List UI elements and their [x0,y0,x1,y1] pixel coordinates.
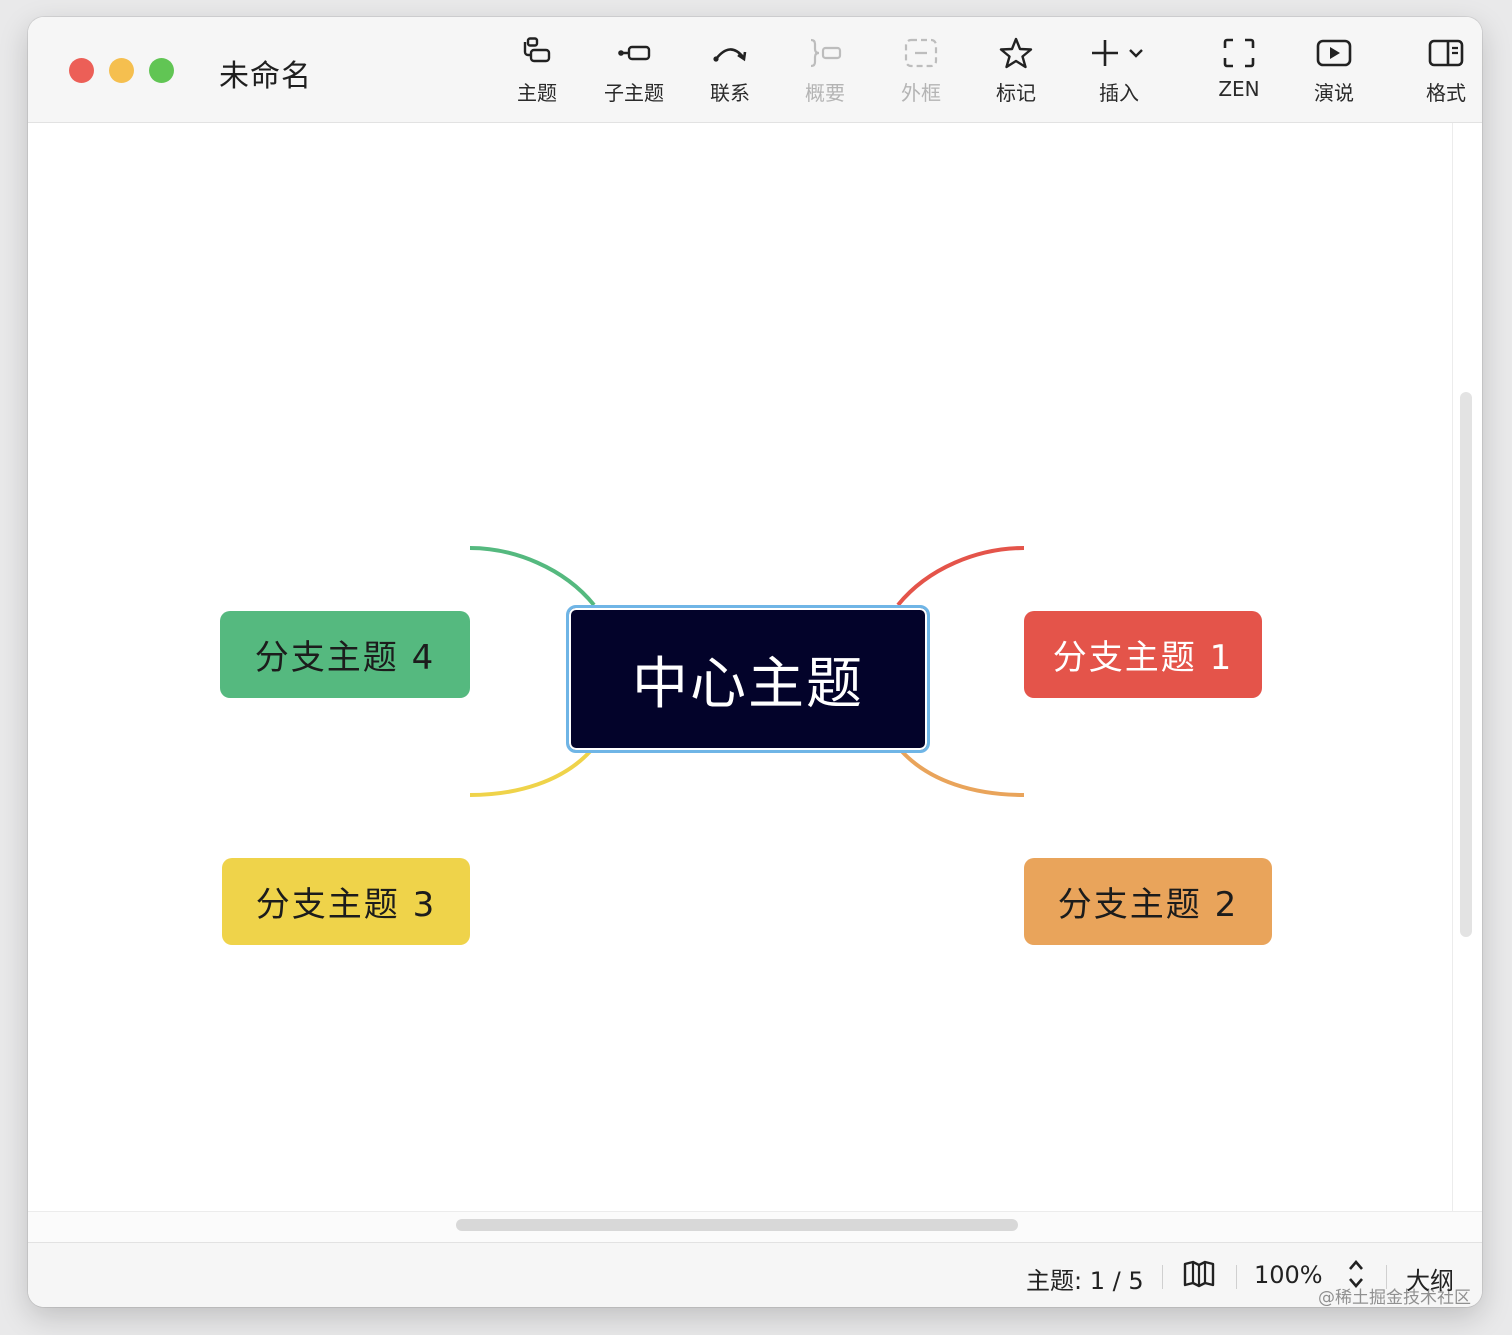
mindmap-canvas[interactable]: 中心主题 分支主题 1 分支主题 2 分支主题 3 分支主题 4 [28,123,1453,1211]
pitch-play-icon [1316,39,1352,67]
toolbar-zen-button[interactable]: ZEN [1194,37,1284,107]
format-panel-icon [1428,39,1464,67]
branch-topic-4[interactable]: 分支主题 4 [220,611,470,698]
toolbar-summary-button[interactable]: 概要 [780,37,870,107]
connector-branch-3 [469,745,596,797]
branch-topic-1[interactable]: 分支主题 1 [1024,611,1262,698]
map-view-button[interactable] [1183,1259,1215,1295]
window-zoom-button[interactable] [149,58,174,83]
status-bar: 主题: 1 / 5 100% 大纲 @稀土掘金技术社区 [28,1242,1482,1307]
toolbar-subtopic-label: 子主题 [604,81,664,105]
branch-topic-2[interactable]: 分支主题 2 [1024,858,1272,945]
connector-branch-4 [469,546,596,607]
document-title: 未命名 [219,59,312,94]
vertical-scrollbar[interactable] [1460,392,1472,937]
book-icon [1183,1260,1215,1288]
toolbar-format-label: 格式 [1426,81,1466,105]
connector-branch-1 [896,546,1025,607]
toolbar-boundary-button[interactable]: 外框 [876,37,966,107]
status-divider [1236,1265,1237,1289]
toolbar-subtopic-button[interactable]: 子主题 [589,37,679,107]
toolbar-pitch-label: 演说 [1314,81,1354,105]
toolbar-relationship-button[interactable]: 联系 [685,37,775,107]
summary-icon [810,38,842,68]
toolbar-topic-label: 主题 [517,81,557,105]
toolbar-marker-button[interactable]: 标记 [971,37,1061,107]
plus-icon [1092,40,1143,66]
branch-topic-3[interactable]: 分支主题 3 [222,858,470,945]
window-minimize-button[interactable] [109,58,134,83]
app-window: 未命名 主题 子主题 联系 概要 外框 标记 插入 ZEN 演说 格式 中心主题… [28,17,1482,1307]
watermark: @稀土掘金技术社区 [1318,1288,1471,1307]
boundary-icon [904,38,938,68]
status-divider [1162,1265,1163,1289]
central-topic[interactable]: 中心主题 [566,605,930,753]
star-icon [999,37,1033,69]
toolbar-format-button[interactable]: 格式 [1401,37,1482,107]
subtopic-icon [618,45,651,61]
toolbar-zen-label: ZEN [1218,77,1260,101]
chevron-down-icon [1129,49,1143,58]
toolbar-insert-label: 插入 [1099,81,1139,105]
zen-fullscreen-icon [1223,38,1255,68]
horizontal-scrollbar[interactable] [456,1219,1018,1231]
toolbar-relationship-label: 联系 [710,81,750,105]
relationship-icon [713,48,747,62]
title-bar: 未命名 主题 子主题 联系 概要 外框 标记 插入 ZEN 演说 格式 [28,17,1482,123]
topic-count: 主题: 1 / 5 [1026,1267,1144,1295]
connector-branch-2 [896,745,1025,797]
toolbar-insert-button[interactable]: 插入 [1074,37,1164,107]
zoom-level: 100% [1254,1261,1323,1289]
toolbar-marker-label: 标记 [996,81,1036,105]
topic-icon [523,37,551,63]
toolbar-summary-label: 概要 [805,81,845,105]
toolbar-pitch-button[interactable]: 演说 [1289,37,1379,107]
toolbar-boundary-label: 外框 [901,81,941,105]
toolbar-topic-button[interactable]: 主题 [492,37,582,107]
window-close-button[interactable] [69,58,94,83]
